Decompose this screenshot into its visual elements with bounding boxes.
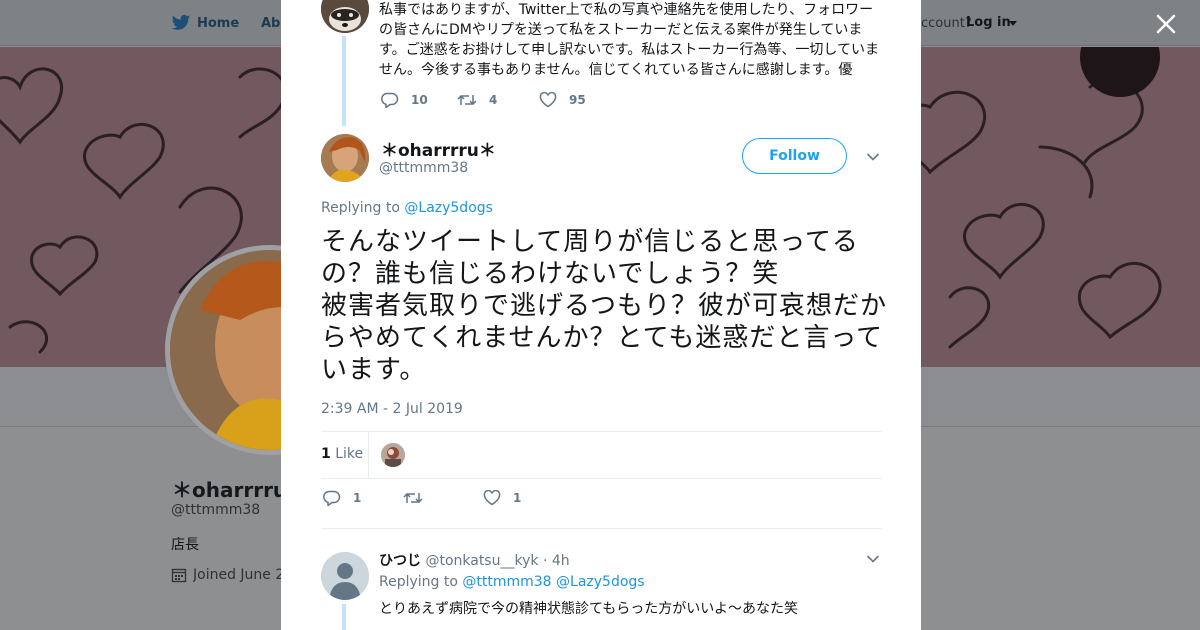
main-tweet-author-handle[interactable]: @tttmmm38 <box>379 160 468 176</box>
thread-connector-line <box>342 604 346 630</box>
login-link[interactable]: Log in <box>966 15 1011 30</box>
reply-author-name[interactable]: ひつじ <box>379 553 421 569</box>
like-count: 1 <box>513 491 522 505</box>
divider <box>321 478 881 479</box>
reply-tweet-text: とりあえず病院で今の精神状態診てもらった方がいいよ〜あなた笑 <box>379 601 799 617</box>
main-tweet-actions: 1 1 <box>323 490 623 510</box>
profile-joined-date: Joined June 20 <box>193 567 281 583</box>
replying-to-line: Replying to @Lazy5dogs <box>321 200 493 216</box>
replying-prefix: Replying to <box>379 574 463 590</box>
profile-handle: @tttmmm38 <box>171 502 261 518</box>
replying-prefix: Replying to <box>321 200 405 216</box>
retweet-icon <box>457 94 477 106</box>
reply-icon <box>323 490 341 506</box>
main-tweet-body: そんなツイートして周りが信じると思ってるの？誰も信じるわけないでしょう？笑 被害者… <box>321 227 887 385</box>
reply-count: 1 <box>353 491 362 505</box>
follow-button[interactable]: Follow <box>742 138 847 174</box>
chevron-down-icon[interactable] <box>866 152 880 162</box>
likes-separator <box>368 432 369 478</box>
previous-tweet-actions: 10 4 95 <box>381 92 681 112</box>
divider <box>321 431 881 432</box>
account-prompt: ccount? <box>921 16 972 31</box>
main-tweet-avatar[interactable] <box>321 134 369 182</box>
likes-summary-label: Like <box>335 446 364 462</box>
replying-to-link[interactable]: @Lazy5dogs <box>404 200 493 216</box>
tweet-permalink-modal: 私事ではありますが、Twitter上で私の写真や連絡先を使用したり、フォロワーの… <box>281 0 921 630</box>
reply-action[interactable]: 10 <box>381 92 428 108</box>
login-caret-icon[interactable] <box>1009 21 1017 26</box>
heart-icon <box>539 92 557 108</box>
nav-home-link[interactable]: Home <box>197 16 239 31</box>
likes-summary-count: 1 <box>321 446 331 462</box>
reply-tweet-avatar[interactable] <box>321 552 369 600</box>
divider <box>321 528 881 529</box>
chevron-down-icon[interactable] <box>866 554 880 564</box>
like-count: 95 <box>569 93 586 107</box>
retweet-icon <box>403 492 423 504</box>
retweet-count: 4 <box>489 93 498 107</box>
like-action[interactable]: 95 <box>539 92 586 108</box>
heart-icon <box>483 490 501 506</box>
reply-time[interactable]: · 4h <box>543 553 570 569</box>
reply-tweet-header: ひつじ @tonkatsu__kyk · 4h <box>379 550 570 570</box>
main-tweet-author-name[interactable]: ＊oharrrru＊ <box>381 136 496 161</box>
tweet-timestamp[interactable]: 2:39 AM - 2 Jul 2019 <box>321 401 463 417</box>
reply-author-handle[interactable]: @tonkatsu__kyk <box>425 553 538 569</box>
reply-action[interactable]: 1 <box>323 490 361 506</box>
replying-to-link[interactable]: @tttmmm38 <box>462 574 551 590</box>
retweet-action[interactable] <box>403 490 435 506</box>
close-icon[interactable] <box>1154 12 1178 36</box>
previous-tweet-avatar[interactable] <box>321 0 369 33</box>
retweet-action[interactable]: 4 <box>457 92 497 108</box>
calendar-icon <box>171 568 187 583</box>
main-tweet-text: そんなツイートして周りが信じると思ってるの？誰も信じるわけないでしょう？笑 被害者… <box>321 226 891 386</box>
reply-count: 10 <box>411 93 428 107</box>
twitter-bird-icon[interactable] <box>171 14 191 32</box>
reply-replying-to-line: Replying to @tttmmm38 @Lazy5dogs <box>379 574 645 590</box>
profile-bio: 店長 <box>171 537 199 553</box>
replying-to-link[interactable]: @Lazy5dogs <box>556 574 645 590</box>
like-action[interactable]: 1 <box>483 490 521 506</box>
liker-avatar[interactable] <box>381 443 405 467</box>
reply-icon <box>381 92 399 108</box>
thread-connector-line <box>342 36 346 126</box>
likes-summary[interactable]: 1 Like <box>321 446 363 462</box>
previous-tweet-text: 私事ではありますが、Twitter上で私の写真や連絡先を使用したり、フォロワーの… <box>379 2 879 78</box>
